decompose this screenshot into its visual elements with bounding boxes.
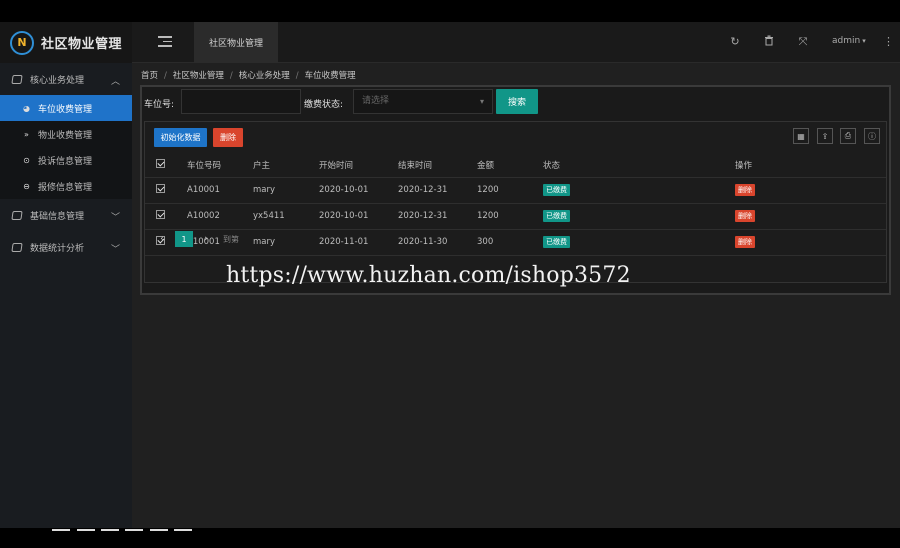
bottom-strip: [0, 528, 900, 548]
chevron-down-icon: ▾: [862, 37, 866, 45]
breadcrumb-item[interactable]: 社区物业管理: [173, 71, 224, 81]
sidebar-item-complaints[interactable]: ⊙ 投诉信息管理: [0, 147, 132, 173]
chevron-down-icon: ﹀: [110, 245, 120, 255]
progress-dash: [101, 529, 119, 531]
page-number-current[interactable]: 1: [175, 231, 193, 247]
folder-icon: [11, 74, 23, 84]
sidebar-group-basic-info[interactable]: 基础信息管理 ﹀: [0, 199, 132, 231]
sidebar-group-core[interactable]: 核心业务处理 ︿: [0, 63, 132, 95]
col-action: 操作: [735, 153, 886, 177]
slot-label: 车位号:: [144, 100, 175, 110]
status-placeholder: 请选择: [362, 96, 390, 106]
folder-icon: [11, 210, 23, 220]
sidebar-group-label: 基础信息管理: [30, 211, 85, 222]
logo: N 社区物业管理: [0, 22, 132, 63]
slot-input[interactable]: [181, 89, 301, 114]
cell-start: 2020-10-01: [319, 185, 369, 195]
cell-amount: 1200: [477, 185, 499, 195]
sidebar-item-label: 报修信息管理: [38, 182, 93, 193]
table-card: 初始化数据 删除 ▦ ⇪ ⎙ ⓘ 车位号码 户主 开始时间 结束时间 金额 状态…: [144, 121, 887, 283]
main-content: 首页 / 社区物业管理 / 核心业务处理 / 车位收费管理 车位号: 缴费状态: 请选择 ▾…: [132, 63, 900, 528]
table-header-row: 车位号码 户主 开始时间 结束时间 金额 状态 操作: [145, 153, 886, 177]
sidebar-item-label: 投诉信息管理: [38, 156, 93, 167]
watermark-text: https://www.huzhan.com/ishop3572: [226, 263, 631, 288]
breadcrumb-current: 车位收费管理: [304, 71, 356, 81]
cell-owner: mary: [253, 185, 276, 195]
status-badge: 已缴费: [543, 210, 570, 222]
tab-community-property[interactable]: 社区物业管理: [194, 22, 278, 63]
dashboard-icon: ◕: [23, 103, 30, 113]
breadcrumb-home[interactable]: 首页: [141, 71, 158, 81]
sidebar-item-label: 车位收费管理: [38, 104, 93, 115]
init-data-button[interactable]: 初始化数据: [154, 128, 207, 147]
pagination: ‹ 1 › 到第: [145, 226, 886, 252]
progress-dash: [174, 529, 192, 531]
user-menu[interactable]: admin ▾: [832, 36, 866, 46]
username: admin: [832, 36, 861, 46]
search-bar: 车位号: 缴费状态: 请选择 ▾ 搜索: [142, 87, 889, 117]
search-button[interactable]: 搜索: [496, 89, 538, 114]
col-amount[interactable]: 金额: [477, 153, 543, 177]
sidebar-item-repairs[interactable]: ⊖ 报修信息管理: [0, 173, 132, 199]
chevron-down-icon: ﹀: [110, 213, 120, 223]
sidebar-group-label: 数据统计分析: [30, 243, 85, 254]
minus-circle-icon: ⊖: [23, 181, 30, 191]
row-checkbox[interactable]: [156, 210, 165, 219]
breadcrumb: 首页 / 社区物业管理 / 核心业务处理 / 车位收费管理: [141, 71, 356, 81]
sidebar-item-label: 物业收费管理: [38, 130, 93, 141]
sidebar-submenu: ◕ 车位收费管理 » 物业收费管理 ⊙ 投诉信息管理 ⊖ 报修信息管理: [0, 95, 132, 199]
row-delete-button[interactable]: 删除: [735, 184, 755, 196]
col-status[interactable]: 状态: [543, 153, 735, 177]
columns-icon[interactable]: ▦: [793, 128, 809, 144]
row-checkbox[interactable]: [156, 184, 165, 193]
select-all-checkbox[interactable]: [156, 158, 165, 168]
folder-icon: [11, 242, 23, 252]
print-icon[interactable]: ⎙: [840, 128, 856, 144]
progress-dash: [150, 529, 168, 531]
sidebar-group-statistics[interactable]: 数据统计分析 ﹀: [0, 231, 132, 263]
sidebar-group-label: 核心业务处理: [30, 75, 85, 86]
cell-end: 2020-12-31: [398, 185, 448, 195]
col-slot[interactable]: 车位号码: [187, 153, 253, 177]
breadcrumb-item[interactable]: 核心业务处理: [239, 71, 290, 81]
row-delete-button[interactable]: 删除: [735, 210, 755, 222]
progress-dash: [52, 529, 70, 531]
sidebar: 核心业务处理 ︿ ◕ 车位收费管理 » 物业收费管理 ⊙ 投诉信息管理 ⊖ 报修…: [0, 63, 132, 528]
sidebar-item-property-fee[interactable]: » 物业收费管理: [0, 121, 132, 147]
progress-dash: [77, 529, 95, 531]
logo-icon: N: [10, 30, 34, 55]
next-page-icon[interactable]: ›: [199, 234, 213, 244]
refresh-icon[interactable]: ↻: [728, 35, 742, 49]
progress-dash: [125, 529, 143, 531]
chevron-down-icon: ▾: [479, 97, 484, 106]
delete-button[interactable]: 删除: [213, 128, 243, 147]
dot-circle-icon: ⊙: [23, 155, 30, 165]
status-badge: 已缴费: [543, 184, 570, 196]
goto-label: 到第: [223, 234, 239, 244]
top-header: N 社区物业管理 社区物业管理 ↻ ⤧ admin ▾ ⋮: [0, 22, 900, 63]
trash-icon[interactable]: [762, 35, 776, 49]
double-chevron-icon: »: [24, 129, 29, 139]
col-owner[interactable]: 户主: [253, 153, 319, 177]
col-end[interactable]: 结束时间: [398, 153, 477, 177]
info-icon[interactable]: ⓘ: [864, 128, 880, 144]
menu-toggle-icon[interactable]: [158, 36, 172, 48]
status-select[interactable]: 请选择 ▾: [353, 89, 493, 114]
export-icon[interactable]: ⇪: [817, 128, 833, 144]
app-title: 社区物业管理: [41, 37, 123, 52]
col-start[interactable]: 开始时间: [319, 153, 398, 177]
more-icon[interactable]: ⋮: [883, 35, 894, 48]
status-label: 缴费状态:: [304, 100, 344, 110]
cell-slot: A10001: [187, 185, 220, 195]
fullscreen-icon[interactable]: ⤧: [796, 35, 810, 49]
table-row: A10001 mary 2020-10-01 2020-12-31 1200 已…: [145, 177, 886, 203]
chevron-up-icon: ︿: [110, 77, 120, 87]
sidebar-item-parking-fee[interactable]: ◕ 车位收费管理: [0, 95, 132, 121]
prev-page-icon[interactable]: ‹: [155, 234, 169, 244]
